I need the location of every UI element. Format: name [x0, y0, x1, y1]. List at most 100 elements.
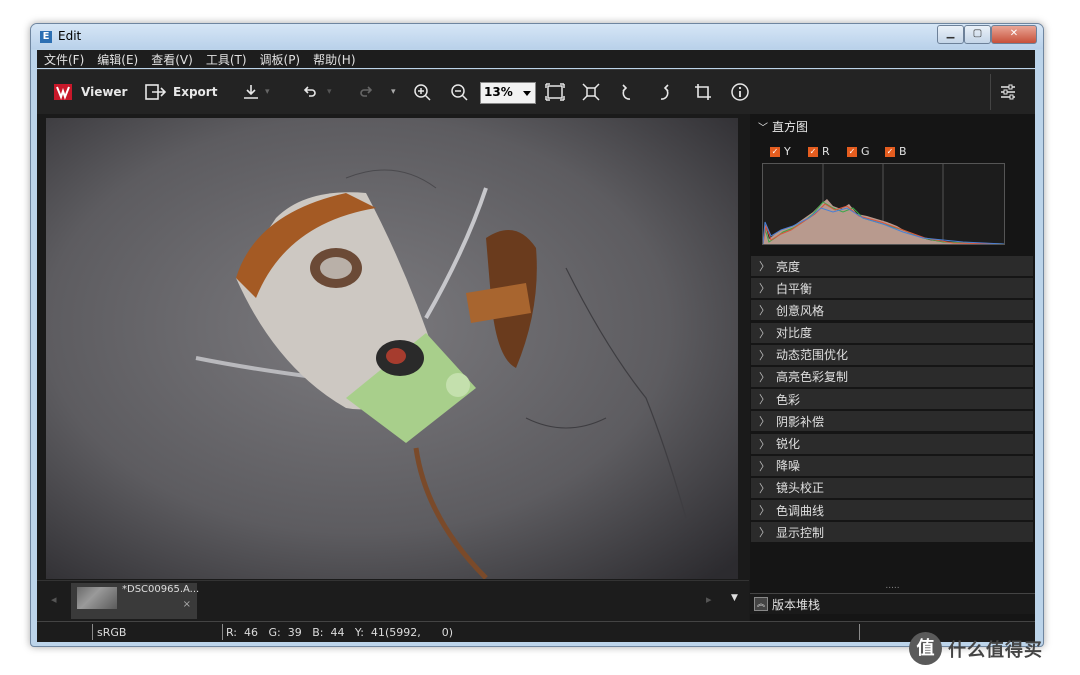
- redo-dropdown-icon[interactable]: ▾: [391, 80, 396, 104]
- menu-help[interactable]: 帮助(H): [313, 51, 355, 68]
- section-sharpen[interactable]: 〉锐化: [751, 433, 1033, 454]
- maximize-button[interactable]: ▢: [964, 25, 991, 44]
- section-label: 降噪: [776, 459, 801, 474]
- channel-checkbox-r[interactable]: ✓ R: [808, 145, 830, 158]
- histogram-chart: [762, 163, 1005, 245]
- redo-button[interactable]: [358, 80, 374, 104]
- filmstrip-menu-icon[interactable]: ▼: [731, 593, 738, 603]
- section-contrast[interactable]: 〉对比度: [751, 322, 1033, 343]
- cursor-coords: (5992, 0): [385, 626, 454, 639]
- rotate-right-button[interactable]: [657, 80, 671, 104]
- filmstrip-next-icon[interactable]: ▸: [706, 593, 712, 606]
- menu-bar: 文件(F) 编辑(E) 查看(V) 工具(T) 调板(P) 帮助(H): [37, 50, 1035, 68]
- watermark-logo: 值: [909, 632, 942, 665]
- section-label: 白平衡: [776, 281, 813, 296]
- checkbox-checked-icon: ✓: [808, 146, 818, 157]
- menu-tools[interactable]: 工具(T): [206, 51, 247, 68]
- thumbnail-filename: *DSC00965.A...: [122, 584, 200, 595]
- histogram-graph: [762, 164, 1005, 245]
- section-tone-curve[interactable]: 〉色调曲线: [751, 500, 1033, 521]
- section-lens-correction[interactable]: 〉镜头校正: [751, 477, 1033, 498]
- menu-view[interactable]: 查看(V): [151, 51, 193, 68]
- section-label: 锐化: [776, 437, 801, 451]
- thumbnail-close-icon[interactable]: ×: [183, 599, 191, 610]
- filmstrip-prev-icon[interactable]: ◂: [51, 593, 57, 606]
- channel-checkbox-y[interactable]: ✓ Y: [770, 145, 791, 158]
- channel-label: B: [899, 145, 907, 158]
- zoom-dropdown-icon: [523, 91, 531, 96]
- export-label: Export: [173, 85, 218, 99]
- chevron-right-icon: 〉: [759, 282, 770, 296]
- save-dropdown-icon[interactable]: ▾: [265, 80, 270, 104]
- section-highlight-color[interactable]: 〉高亮色彩复制: [751, 366, 1033, 387]
- menu-file[interactable]: 文件(F): [44, 51, 84, 68]
- toolbar-separator: [990, 74, 991, 110]
- export-icon: [145, 84, 167, 100]
- channel-checkbox-g[interactable]: ✓ G: [847, 145, 870, 158]
- save-button[interactable]: [242, 80, 260, 104]
- zoom-select[interactable]: 13%: [480, 82, 536, 104]
- redo-icon: [360, 86, 373, 97]
- window-title: Edit: [58, 29, 82, 43]
- fit-screen-button[interactable]: [545, 80, 565, 104]
- section-shadow-comp[interactable]: 〉阴影补偿: [751, 411, 1033, 432]
- edit-window: E Edit ▁ ▢ ✕ 文件(F) 编辑(E) 查看(V) 工具(T) 调板(…: [30, 23, 1044, 647]
- section-noise-reduction[interactable]: 〉降噪: [751, 455, 1033, 476]
- section-display-control[interactable]: 〉显示控制: [751, 522, 1033, 543]
- section-label: 色彩: [776, 392, 801, 407]
- thumbnail-item[interactable]: *DSC00965.A... ×: [71, 583, 200, 619]
- actual-size-button[interactable]: [582, 80, 600, 104]
- section-label: 动态范围优化: [776, 348, 849, 363]
- rotate-left-button[interactable]: [620, 80, 634, 104]
- app-icon: E: [40, 31, 52, 43]
- checkbox-checked-icon: ✓: [847, 146, 857, 157]
- rotate-right-icon: [660, 84, 669, 100]
- chevron-right-icon: 〉: [759, 415, 770, 429]
- panel-resize-grip[interactable]: .....: [750, 582, 1035, 591]
- color-space: sRGB: [97, 626, 127, 639]
- crop-button[interactable]: [694, 80, 712, 104]
- histogram-header[interactable]: ﹀ 直方图: [758, 118, 808, 135]
- section-dro[interactable]: 〉动态范围优化: [751, 344, 1033, 365]
- title-bar: E Edit ▁ ▢ ✕: [31, 24, 1043, 49]
- section-label: 对比度: [776, 326, 813, 341]
- chevron-right-icon: 〉: [759, 393, 770, 407]
- viewer-icon: [54, 84, 72, 100]
- adjust-panel-button[interactable]: [999, 80, 1017, 104]
- status-divider: [222, 624, 223, 640]
- undo-dropdown-icon[interactable]: ▾: [327, 80, 332, 104]
- channel-checkbox-b[interactable]: ✓ B: [885, 145, 907, 158]
- fit-screen-icon: [545, 83, 565, 101]
- version-stack-bar[interactable]: ︽ 版本堆栈: [750, 593, 1035, 614]
- zoom-out-button[interactable]: [450, 80, 468, 104]
- section-label: 色调曲线: [776, 503, 825, 518]
- section-label: 高亮色彩复制: [776, 370, 849, 385]
- export-button[interactable]: Export: [145, 80, 217, 104]
- main-area: ◂ *DSC00965.A... × ▸ ▼ ﹀ 直方图 ✓ Y ✓ R ✓ G ✓ B: [37, 114, 1035, 621]
- checkbox-checked-icon: ✓: [770, 146, 780, 157]
- zoom-in-button[interactable]: [413, 80, 431, 104]
- histogram-title: 直方图: [772, 120, 809, 134]
- chevron-right-icon: 〉: [759, 526, 770, 540]
- chevron-right-icon: 〉: [759, 370, 770, 384]
- photo-canvas[interactable]: [46, 118, 738, 579]
- close-button[interactable]: ✕: [991, 25, 1037, 44]
- sliders-icon: [1001, 84, 1015, 100]
- minimize-button[interactable]: ▁: [937, 25, 964, 44]
- viewer-button[interactable]: Viewer: [53, 80, 127, 104]
- chevron-right-icon: 〉: [759, 459, 770, 473]
- section-brightness[interactable]: 〉亮度: [751, 256, 1033, 276]
- section-white-balance[interactable]: 〉白平衡: [751, 278, 1033, 299]
- chevron-right-icon: 〉: [759, 437, 770, 451]
- menu-edit[interactable]: 编辑(E): [97, 51, 138, 68]
- watermark: 值 什么值得买: [909, 632, 1043, 665]
- section-color[interactable]: 〉色彩: [751, 389, 1033, 410]
- menu-palette[interactable]: 调板(P): [260, 51, 301, 68]
- zoom-in-icon: [414, 84, 431, 101]
- actual-size-icon: [582, 83, 600, 101]
- info-button[interactable]: [730, 80, 750, 104]
- undo-button[interactable]: [302, 80, 318, 104]
- status-bar: sRGB R: 46 G: 39 B: 44 Y: 41 (5992, 0): [37, 621, 1035, 642]
- chevron-right-icon: 〉: [759, 504, 770, 518]
- section-creative-style[interactable]: 〉创意风格: [751, 300, 1033, 321]
